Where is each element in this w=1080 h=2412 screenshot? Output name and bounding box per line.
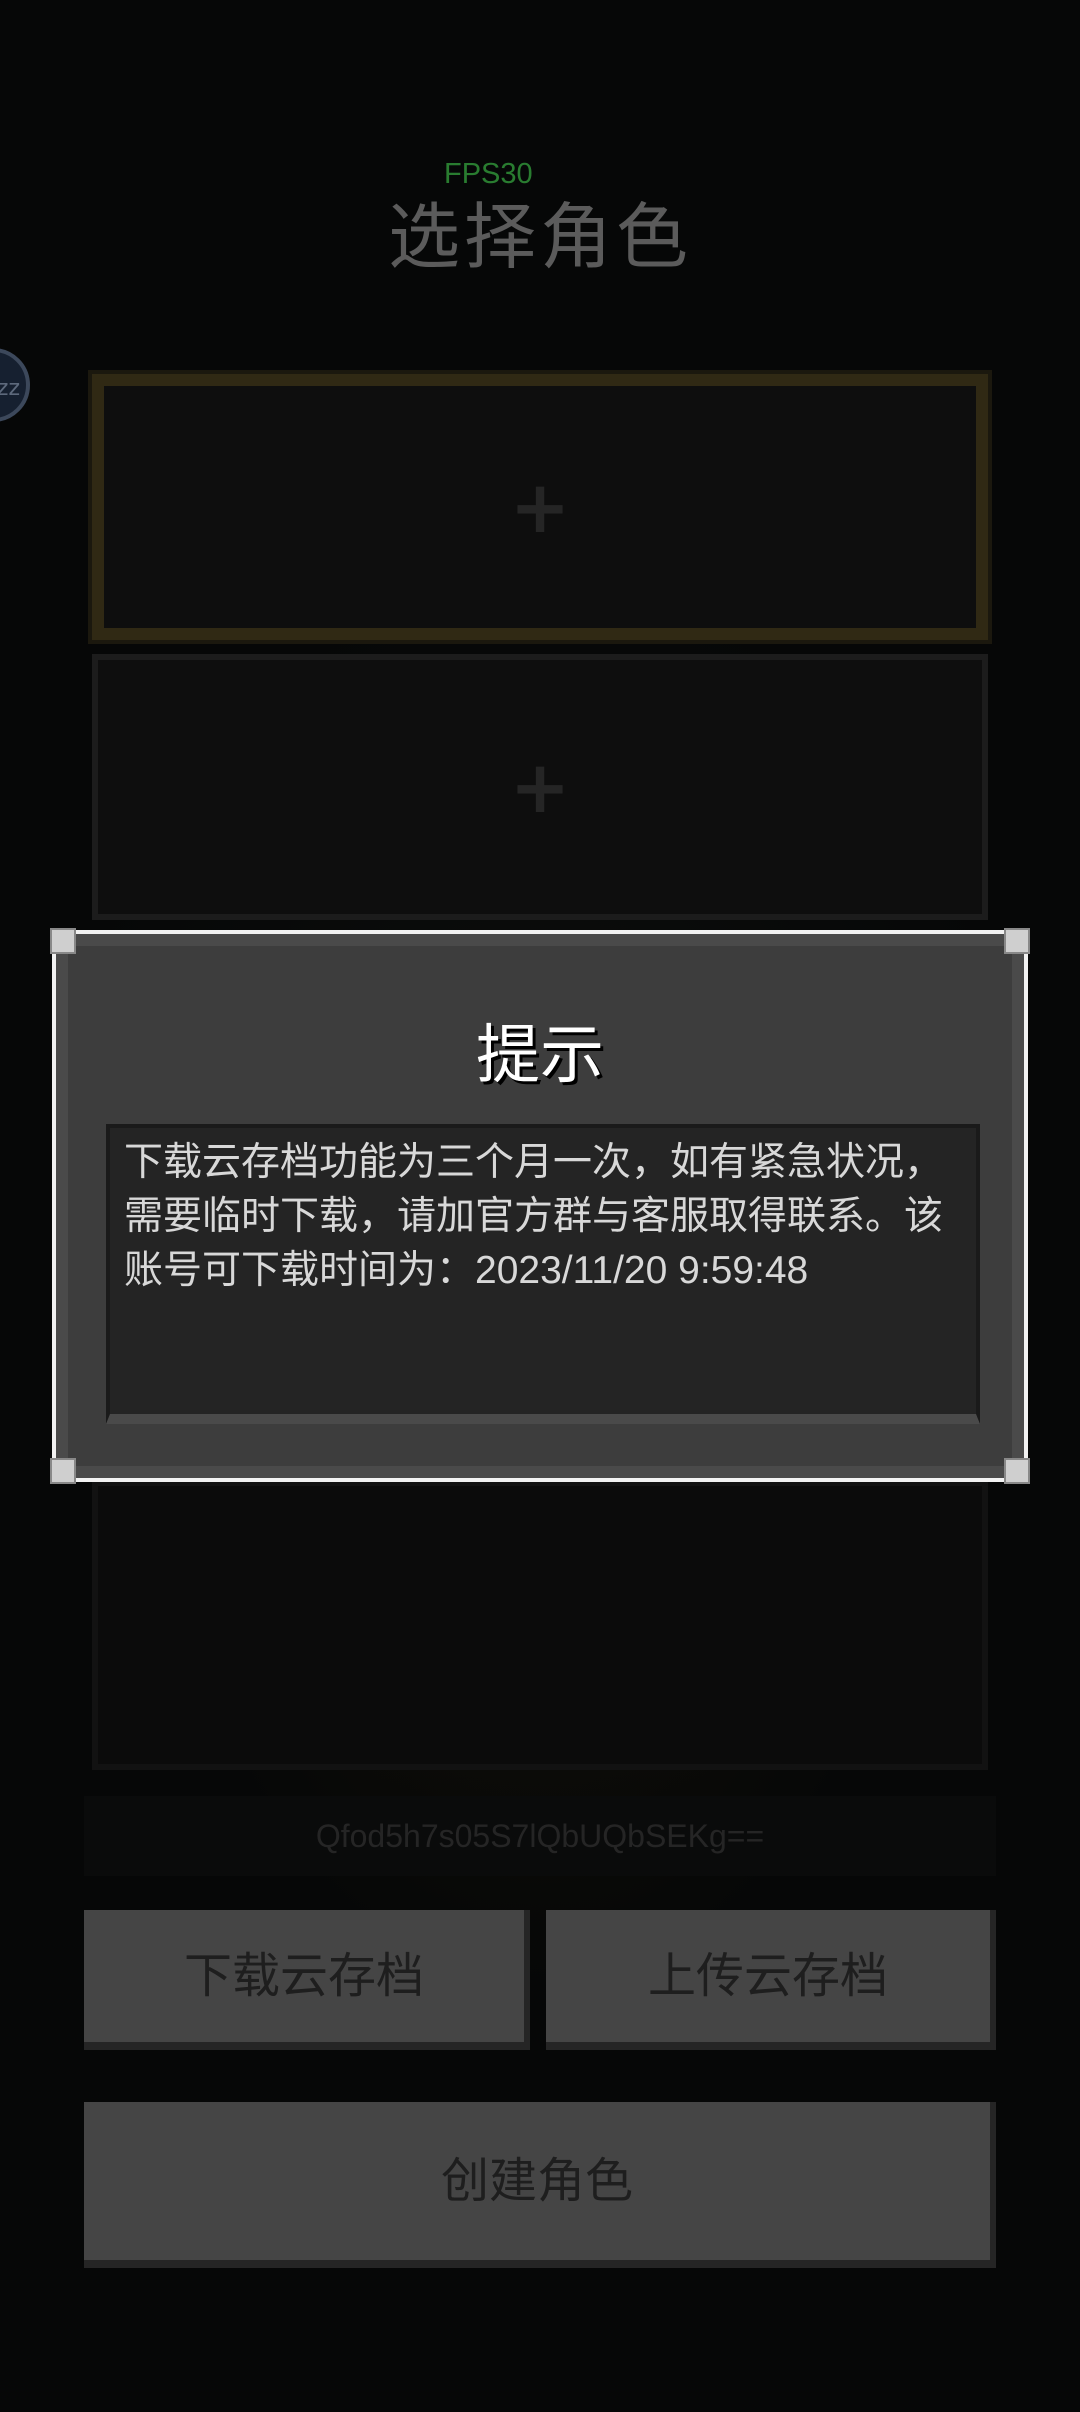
notice-dialog: 提示 下载云存档功能为三个月一次，如有紧急状况，需要临时下载，请加官方群与客服取… (50, 928, 1030, 1484)
dialog-title: 提示 (476, 1019, 604, 1093)
character-slot-2[interactable]: + (92, 654, 988, 920)
account-code: Qfod5h7s05S7lQbUQbSEKg== (84, 1796, 996, 1876)
dialog-message: 下载云存档功能为三个月一次，如有紧急状况，需要临时下载，请加官方群与客服取得联系… (106, 1124, 980, 1424)
corner-ornament (50, 1458, 76, 1484)
page-title: 选择角色 (387, 195, 692, 279)
download-cloud-save-button[interactable]: 下载云存档 (84, 1910, 530, 2050)
upload-cloud-save-button[interactable]: 上传云存档 (546, 1910, 996, 2050)
corner-ornament (1004, 928, 1030, 954)
plus-icon: + (509, 745, 571, 829)
character-select-screen: FPS30 选择角色 zz + + Qfod5h7s05S7lQbUQbSEKg… (0, 0, 1080, 2412)
plus-icon: + (509, 465, 571, 549)
character-slot-1[interactable]: + (88, 370, 992, 644)
corner-ornament (1004, 1458, 1030, 1484)
corner-ornament (50, 928, 76, 954)
character-detail-panel (92, 1480, 988, 1770)
side-float-label: zz (0, 376, 20, 401)
create-character-button[interactable]: 创建角色 (84, 2102, 996, 2268)
side-float-button[interactable]: zz (0, 348, 30, 422)
